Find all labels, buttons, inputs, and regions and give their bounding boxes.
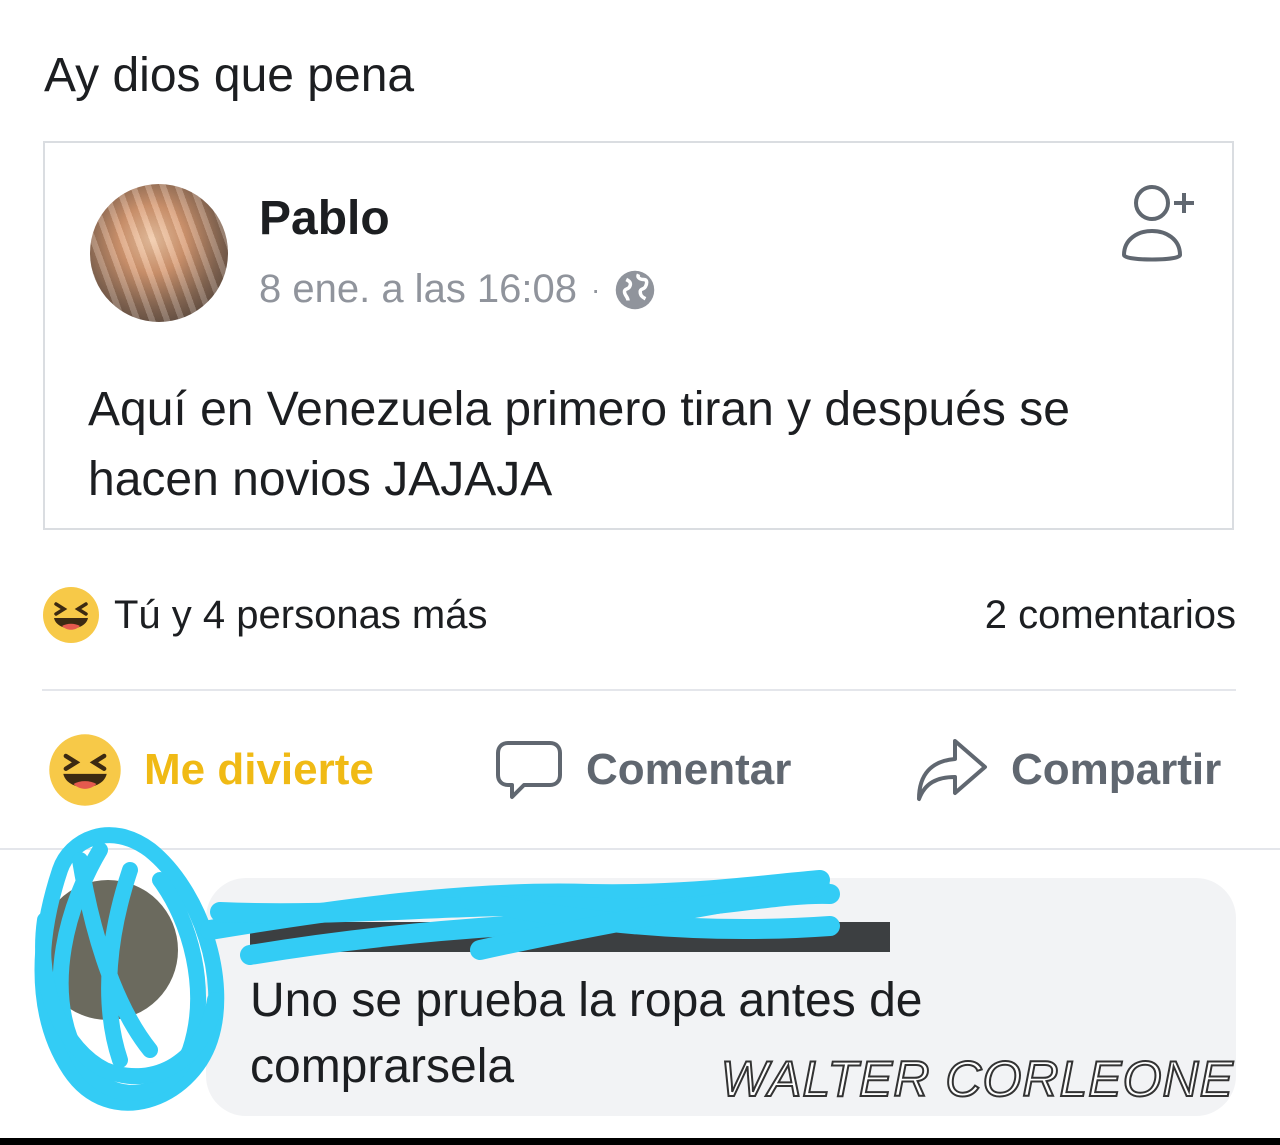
action-bar: Me divierte Comentar Compartir bbox=[42, 730, 1236, 810]
meta-separator: · bbox=[591, 273, 601, 305]
divider bbox=[42, 689, 1236, 691]
react-button[interactable]: Me divierte bbox=[48, 730, 374, 810]
redacted-name bbox=[250, 922, 890, 952]
reactions-summary[interactable]: Tú y 4 personas más 2 comentarios bbox=[42, 585, 1236, 645]
shared-post-body: Aquí en Venezuela primero tiran y despué… bbox=[88, 383, 1070, 506]
share-label: Compartir bbox=[1011, 745, 1222, 794]
comment-button[interactable]: Comentar bbox=[494, 730, 791, 810]
haha-emoji-icon bbox=[43, 587, 99, 643]
commenter-avatar[interactable] bbox=[38, 880, 178, 1020]
shared-post-card[interactable]: Pablo 8 ene. a las 16:08 · Aquí en Venez… bbox=[43, 141, 1234, 530]
add-friend-icon[interactable] bbox=[1116, 179, 1202, 265]
share-button[interactable]: Compartir bbox=[915, 730, 1221, 810]
author-avatar[interactable] bbox=[90, 184, 228, 322]
comments-count[interactable]: 2 comentarios bbox=[985, 593, 1236, 638]
comment-bubble-icon bbox=[496, 741, 562, 799]
globe-icon bbox=[616, 270, 655, 309]
react-label: Me divierte bbox=[144, 745, 374, 794]
comment-label: Comentar bbox=[586, 745, 792, 794]
comments-divider bbox=[0, 848, 1280, 850]
haha-emoji-icon bbox=[49, 734, 121, 806]
share-arrow-icon bbox=[917, 739, 987, 801]
reactions-text[interactable]: Tú y 4 personas más bbox=[114, 593, 488, 638]
watermark: WALTER CORLEONE bbox=[720, 1050, 1234, 1108]
post-text: Ay dios que pena bbox=[44, 49, 415, 102]
author-name[interactable]: Pablo bbox=[259, 191, 390, 246]
post-meta: 8 ene. a las 16:08 · bbox=[259, 267, 656, 312]
post-timestamp[interactable]: 8 ene. a las 16:08 bbox=[259, 267, 577, 312]
bottom-edge-bar bbox=[0, 1138, 1280, 1145]
